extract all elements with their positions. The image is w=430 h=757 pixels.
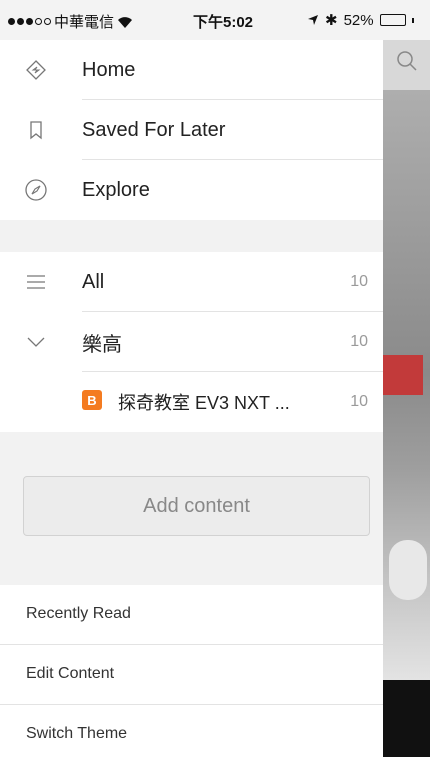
feed-category-count: 10 xyxy=(350,333,368,350)
battery-percent: 52% xyxy=(343,11,374,29)
feed-category-label: 樂高 xyxy=(82,333,122,356)
battery-tip xyxy=(411,17,414,23)
bookmark-icon xyxy=(30,121,42,140)
feed-category[interactable]: 樂高 10 xyxy=(0,312,383,372)
list-icon xyxy=(27,275,45,289)
navigation-drawer: Home Saved For Later Explore All 10 樂高 1… xyxy=(0,40,383,757)
feed-source-count: 10 xyxy=(350,393,368,410)
nav-saved-for-later[interactable]: Saved For Later xyxy=(0,100,383,160)
signal-strength-icon xyxy=(8,18,51,25)
menu-recently-read-label: Recently Read xyxy=(26,605,131,622)
home-icon xyxy=(26,60,46,80)
menu-edit-content-label: Edit Content xyxy=(26,665,115,682)
wifi-icon xyxy=(118,16,133,28)
menu-switch-theme-label: Switch Theme xyxy=(26,725,128,742)
main-toolbar xyxy=(383,40,430,92)
nav-explore-label: Explore xyxy=(82,178,150,201)
battery-icon xyxy=(379,14,406,26)
feed-source[interactable]: B 探奇教室 EV3 NXT ... 10 xyxy=(0,372,383,432)
main-footer xyxy=(383,680,430,757)
status-right: ✱ 52% xyxy=(307,11,414,29)
main-content-peek[interactable] xyxy=(383,40,430,757)
chevron-down-icon[interactable] xyxy=(24,330,48,354)
nav-explore[interactable]: Explore xyxy=(0,160,383,220)
bluetooth-icon: ✱ xyxy=(325,12,338,29)
nav-saved-label: Saved For Later xyxy=(82,118,226,141)
location-icon xyxy=(308,15,318,25)
blogger-icon: B xyxy=(82,390,102,410)
menu-recently-read[interactable]: Recently Read xyxy=(0,585,383,645)
status-bar: 中華電信 下午5:02 ✱ 52% xyxy=(0,0,430,40)
carrier-signal: 中華電信 xyxy=(8,11,133,32)
carrier-name: 中華電信 xyxy=(54,14,115,31)
add-content-button[interactable]: Add content xyxy=(23,476,370,536)
feed-all[interactable]: All 10 xyxy=(0,252,383,312)
search-icon[interactable] xyxy=(396,50,418,72)
article-image xyxy=(383,90,430,720)
feed-all-label: All xyxy=(82,270,105,293)
compass-icon xyxy=(25,179,47,201)
image-detail xyxy=(389,540,427,600)
menu-switch-theme[interactable]: Switch Theme xyxy=(0,705,383,757)
nav-home[interactable]: Home xyxy=(0,40,383,100)
feed-source-label: 探奇教室 EV3 NXT ... xyxy=(118,393,290,413)
image-detail xyxy=(383,355,423,395)
feed-all-count: 10 xyxy=(350,273,368,290)
status-time: 下午5:02 xyxy=(193,14,254,31)
menu-edit-content[interactable]: Edit Content xyxy=(0,645,383,705)
nav-home-label: Home xyxy=(82,58,136,81)
